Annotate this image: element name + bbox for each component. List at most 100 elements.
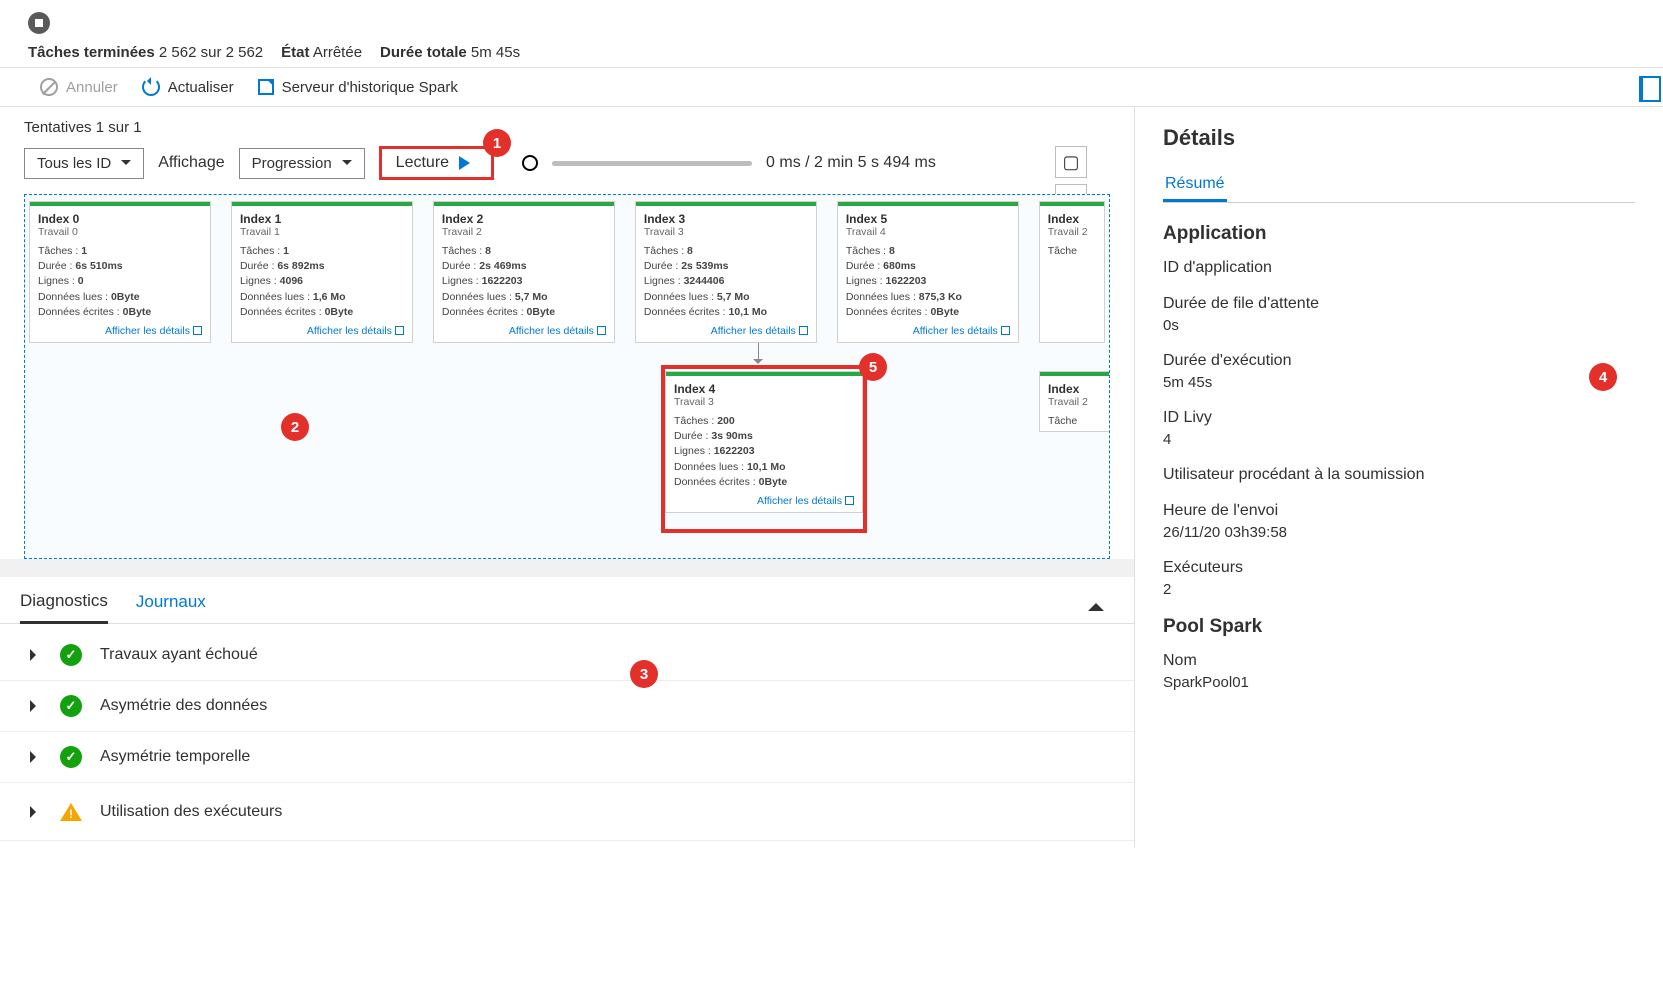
details-panel-toggle-icon[interactable]: [1639, 76, 1661, 102]
submit-time-label: Heure de l'envoi: [1163, 502, 1635, 520]
tab-logs[interactable]: Journaux: [136, 592, 206, 622]
attempts-text: Tentatives 1 sur 1: [24, 119, 1110, 136]
collapse-chevron-icon[interactable]: [1088, 595, 1104, 611]
lecture-play-button[interactable]: Lecture 1: [379, 146, 494, 180]
diagnostic-label: Utilisation des exécuteurs: [100, 803, 282, 821]
stage-card[interactable]: Index 5Travail 4 Tâches : 8 Durée : 680m…: [837, 201, 1019, 343]
left-pane: Tentatives 1 sur 1 Tous les ID Affichage…: [0, 107, 1135, 847]
history-label: Serveur d'historique Spark: [282, 79, 458, 96]
chevron-down-icon: [342, 160, 352, 170]
show-details-link[interactable]: Afficher les détails: [105, 325, 202, 337]
submit-time-value: 26/11/20 03h39:58: [1163, 524, 1635, 541]
zoom-fit-button[interactable]: ▢: [1055, 146, 1087, 178]
queue-duration-label: Durée de file d'attente: [1163, 295, 1635, 313]
refresh-icon: [142, 78, 160, 96]
stage-card[interactable]: Index 2Travail 2 Tâches : 8 Durée : 2s 4…: [433, 201, 615, 343]
submit-user-label: Utilisateur procédant à la soumission: [1163, 466, 1635, 484]
slider-track[interactable]: [552, 161, 752, 166]
cancel-button: Annuler: [40, 78, 118, 96]
refresh-button[interactable]: Actualiser: [142, 78, 234, 96]
display-label: Affichage: [158, 154, 224, 172]
executors-label: Exécuteurs: [1163, 559, 1635, 577]
lecture-label: Lecture: [396, 154, 449, 172]
separator-strip: [0, 559, 1134, 577]
progression-label: Progression: [252, 155, 332, 172]
details-pane: Détails Résumé Application ID d'applicat…: [1135, 107, 1663, 847]
timeline-slider[interactable]: 0 ms / 2 min 5 s 494 ms: [522, 154, 1110, 172]
details-title: Détails: [1163, 125, 1635, 151]
expand-chevron-icon[interactable]: [30, 700, 42, 712]
callout-4: 4: [1589, 363, 1617, 391]
check-icon: ✓: [60, 695, 82, 717]
all-ids-dropdown[interactable]: Tous les ID: [24, 148, 144, 179]
spark-pool-heading: Pool Spark: [1163, 616, 1635, 638]
diagnostics-list: 3 ✓ Travaux ayant échoué ✓ Asymétrie des do…: [0, 624, 1134, 847]
expand-chevron-icon[interactable]: [30, 649, 42, 661]
callout-1: 1: [483, 129, 511, 157]
show-details-link[interactable]: Afficher les détails: [307, 325, 404, 337]
job-graph-canvas[interactable]: Index 0Travail 0 Tâches : 1 Durée : 6s 5…: [24, 194, 1110, 559]
stage-card-index-4[interactable]: Index 4Travail 3 Tâches : 200 Durée : 3s…: [665, 371, 863, 513]
diagnostic-row[interactable]: ✓ Asymétrie des données: [0, 681, 1134, 732]
expand-chevron-icon[interactable]: [30, 751, 42, 763]
state-label: État: [281, 44, 309, 61]
chevron-down-icon: [121, 160, 131, 170]
show-details-link[interactable]: Afficher les détails: [509, 325, 606, 337]
show-details-link[interactable]: Afficher les détails: [913, 325, 1010, 337]
show-details-link[interactable]: Afficher les détails: [711, 325, 808, 337]
diagnostic-row[interactable]: ✓ Asymétrie temporelle: [0, 732, 1134, 783]
stage-card[interactable]: Index 0Travail 0 Tâches : 1 Durée : 6s 5…: [29, 201, 211, 343]
controls-row: Tous les ID Affichage Progression Lectur…: [24, 146, 1110, 180]
diagnostic-label: Travaux ayant échoué: [100, 646, 258, 664]
expand-chevron-icon[interactable]: [30, 806, 42, 818]
bottom-tabs: Diagnostics Journaux: [0, 577, 1134, 624]
pool-name-label: Nom: [1163, 652, 1635, 670]
warning-icon: [60, 792, 82, 821]
progression-dropdown[interactable]: Progression: [239, 148, 365, 179]
slider-knob[interactable]: [522, 155, 538, 171]
stage-card[interactable]: IndexTravail 2Tâche: [1039, 201, 1105, 343]
status-line: Tâches terminées 2 562 sur 2 562 État Ar…: [28, 44, 1635, 61]
check-icon: ✓: [60, 746, 82, 768]
queue-duration-value: 0s: [1163, 317, 1635, 334]
app-id-label: ID d'application: [1163, 259, 1635, 277]
check-icon: ✓: [60, 644, 82, 666]
callout-5: 5: [859, 353, 887, 381]
external-link-icon: [258, 79, 274, 95]
stage-card[interactable]: Index 1Travail 1 Tâches : 1 Durée : 6s 8…: [231, 201, 413, 343]
stage-card-partial[interactable]: IndexTravail 2Tâche: [1039, 371, 1110, 432]
cancel-label: Annuler: [66, 79, 118, 96]
diagnostic-row[interactable]: ✓ Travaux ayant échoué: [0, 630, 1134, 681]
exec-duration-label: Durée d'exécution: [1163, 352, 1635, 370]
action-bar: Annuler Actualiser Serveur d'historique …: [0, 68, 1663, 107]
exec-duration-value: 5m 45s: [1163, 374, 1635, 391]
tasks-value: 2 562 sur 2 562: [159, 44, 263, 61]
tab-diagnostics[interactable]: Diagnostics: [20, 591, 108, 624]
refresh-label: Actualiser: [168, 79, 234, 96]
details-tabs: Résumé: [1163, 169, 1635, 203]
stop-icon: [28, 12, 50, 34]
play-icon: [459, 156, 477, 170]
pool-name-value: SparkPool01: [1163, 674, 1635, 691]
diagnostic-row[interactable]: Utilisation des exécuteurs: [0, 783, 1134, 841]
all-ids-label: Tous les ID: [37, 155, 111, 172]
spark-history-button[interactable]: Serveur d'historique Spark: [258, 79, 458, 96]
stage-card[interactable]: Index 3Travail 3 Tâches : 8 Durée : 2s 5…: [635, 201, 817, 343]
diagnostic-label: Asymétrie temporelle: [100, 748, 250, 766]
duration-value: 5m 45s: [471, 44, 520, 61]
cancel-icon: [40, 78, 58, 96]
callout-3: 3: [630, 660, 658, 688]
slider-text: 0 ms / 2 min 5 s 494 ms: [766, 154, 936, 172]
show-details-link[interactable]: Afficher les détails: [757, 495, 854, 507]
callout-2: 2: [281, 413, 309, 441]
livy-id-label: ID Livy: [1163, 409, 1635, 427]
duration-label: Durée totale: [380, 44, 467, 61]
tasks-label: Tâches terminées: [28, 44, 155, 61]
diagnostic-label: Asymétrie des données: [100, 697, 267, 715]
top-bar: Tâches terminées 2 562 sur 2 562 État Ar…: [0, 0, 1663, 68]
executors-value: 2: [1163, 581, 1635, 598]
tab-summary[interactable]: Résumé: [1163, 169, 1227, 202]
state-value: Arrêtée: [313, 44, 362, 61]
livy-id-value: 4: [1163, 431, 1635, 448]
application-heading: Application: [1163, 223, 1635, 245]
